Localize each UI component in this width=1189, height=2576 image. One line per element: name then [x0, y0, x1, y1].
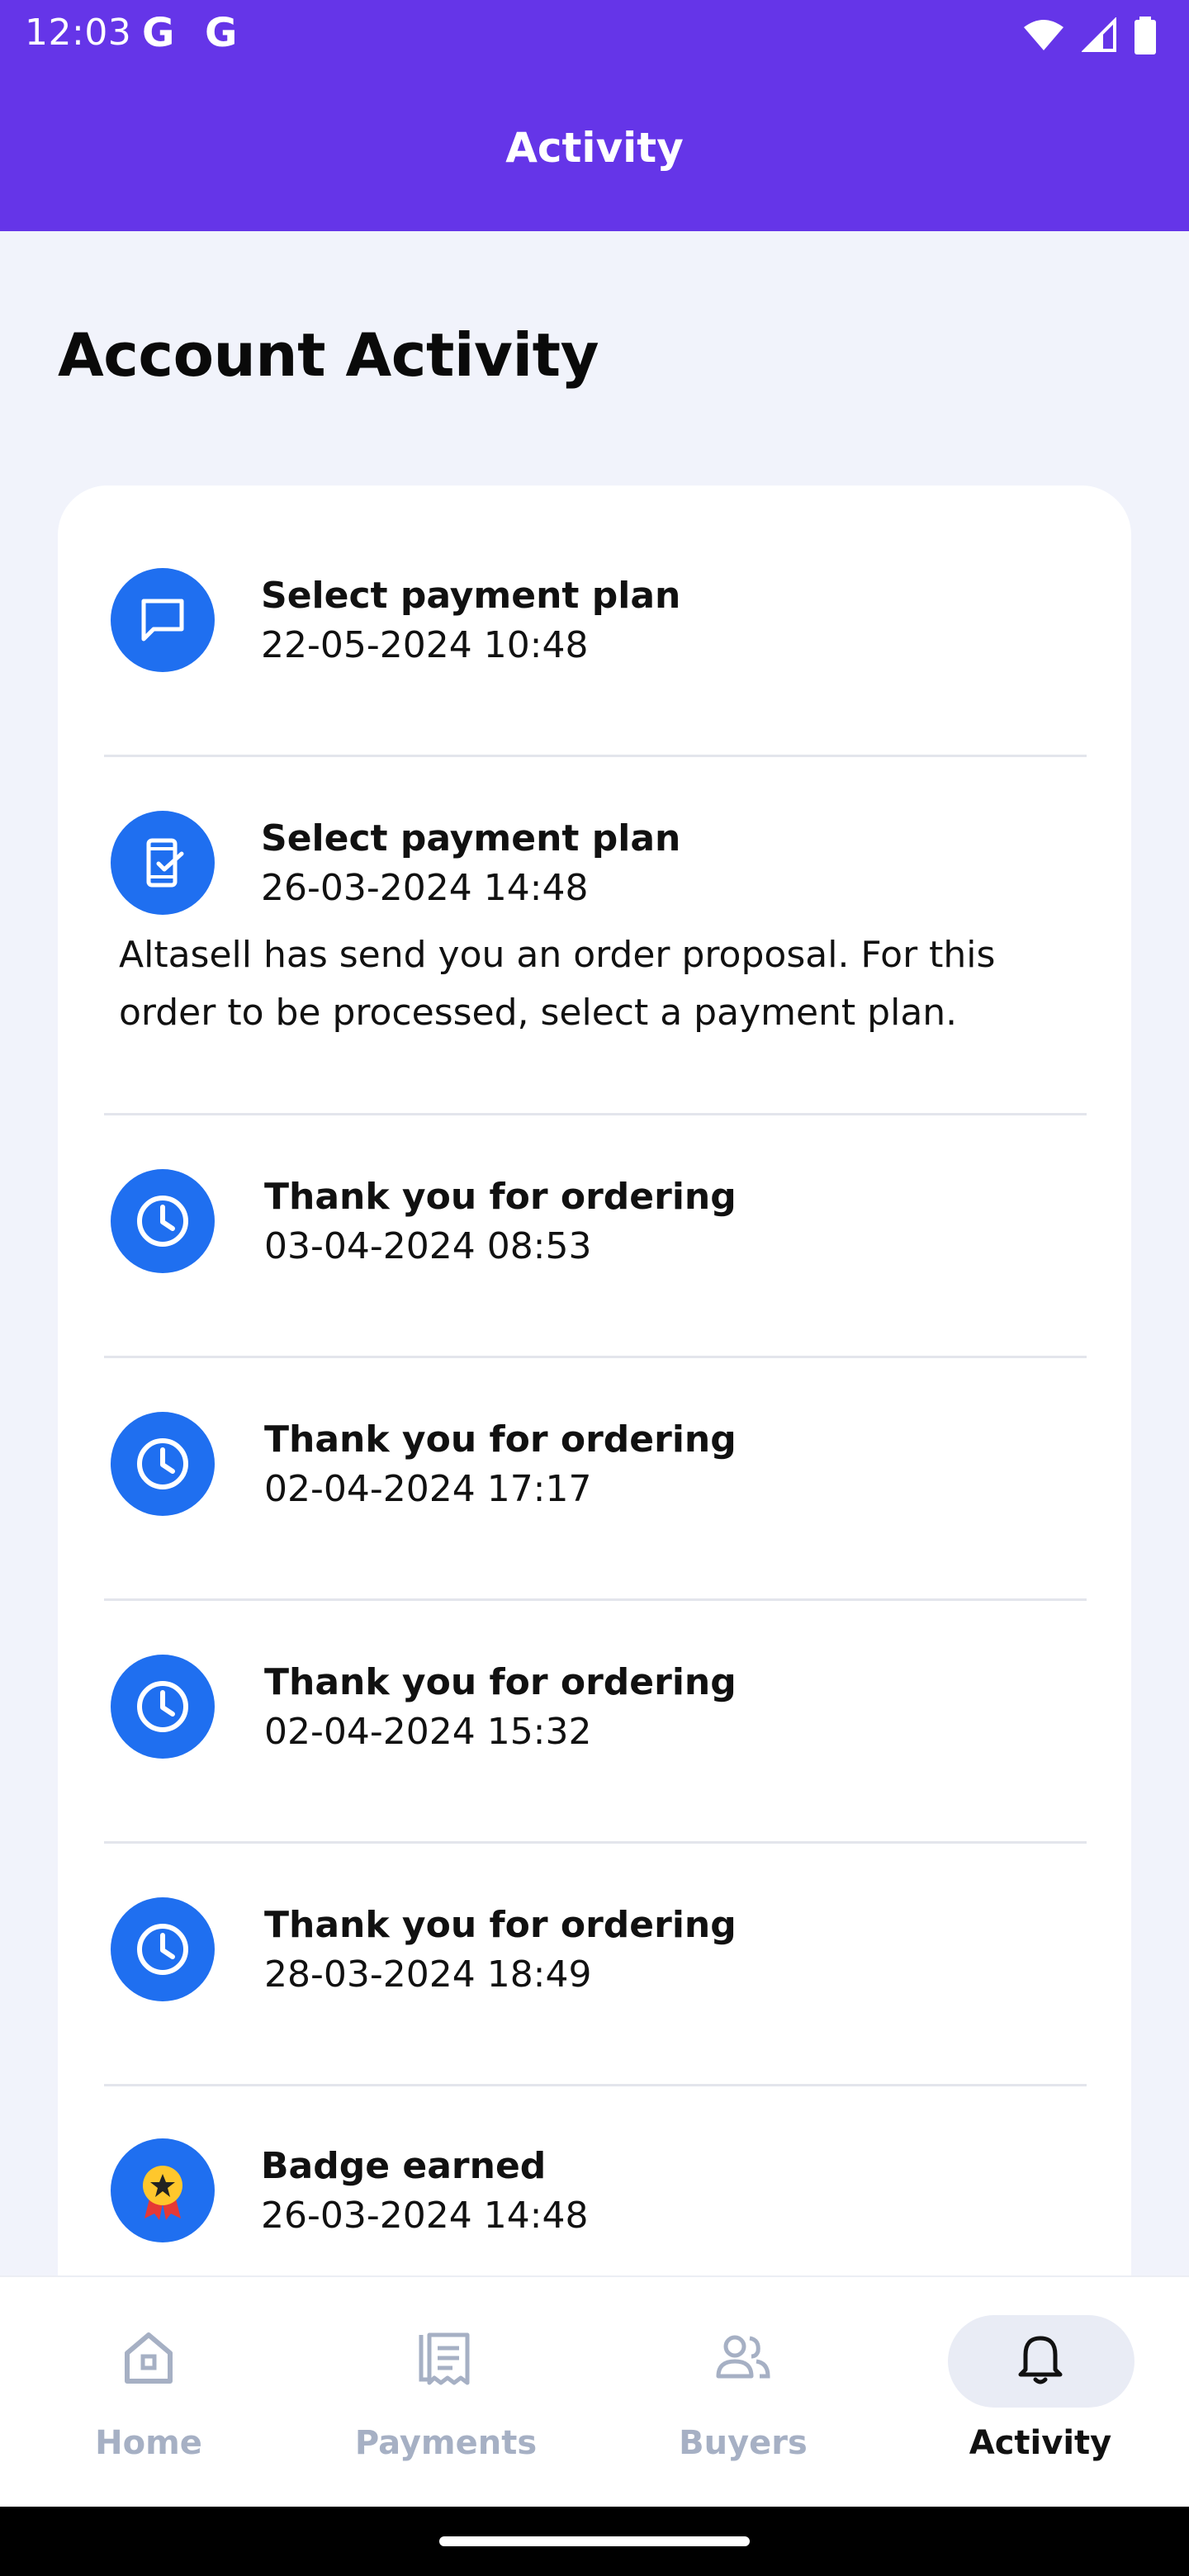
- wifi-icon: [1024, 20, 1063, 50]
- home-icon: [125, 2332, 173, 2384]
- page-header-title: Activity: [505, 124, 684, 172]
- app-header: 12:03 G G Activity: [0, 0, 1189, 231]
- phone-check-icon: [111, 811, 215, 915]
- nav-item-home[interactable]: Home: [0, 2277, 297, 2508]
- nav-item-payments[interactable]: Payments: [297, 2277, 594, 2508]
- activity-title: Badge earned: [261, 2145, 547, 2187]
- section-title: Account Activity: [58, 320, 599, 390]
- activity-title: Thank you for ordering: [264, 1418, 737, 1461]
- activity-item[interactable]: Thank you for ordering 28-03-2024 18:49: [104, 1897, 1085, 2054]
- status-icons: [1022, 15, 1156, 56]
- activity-description: Altasell has send you an order proposal.…: [119, 934, 996, 1034]
- activity-date: 22-05-2024 10:48: [261, 624, 589, 666]
- nav-label: Buyers: [679, 2424, 808, 2462]
- divider: [104, 1113, 1087, 1115]
- nav-label: Payments: [354, 2424, 538, 2462]
- signal-icon: [1082, 17, 1116, 52]
- divider: [104, 2084, 1087, 2086]
- google-icon: G: [205, 10, 238, 56]
- activity-title: Select payment plan: [261, 575, 681, 617]
- google-icon: G: [142, 10, 175, 56]
- activity-card: Select payment plan 22-05-2024 10:48 Sel…: [58, 485, 1131, 2335]
- activity-title: Thank you for ordering: [264, 1176, 737, 1218]
- divider: [104, 1841, 1087, 1844]
- nav-item-buyers[interactable]: Buyers: [594, 2277, 892, 2508]
- activity-item[interactable]: Badge earned 26-03-2024 14:48: [104, 2138, 1085, 2295]
- clock-icon: [111, 1412, 215, 1516]
- nav-label: Home: [95, 2424, 202, 2462]
- clock-icon: [111, 1897, 215, 2001]
- activity-item[interactable]: Select payment plan 26-03-2024 14:48 Alt…: [104, 811, 1085, 1091]
- activity-item[interactable]: Select payment plan 22-05-2024 10:48: [104, 568, 1085, 725]
- activity-date: 03-04-2024 08:53: [264, 1225, 592, 1267]
- activity-title: Thank you for ordering: [264, 1661, 737, 1703]
- bottom-navigation: Home Payments Buyers Activity: [0, 2275, 1189, 2507]
- divider: [104, 1356, 1087, 1358]
- bell-icon: [1018, 2336, 1063, 2384]
- battery-icon: [1135, 17, 1156, 54]
- nav-item-activity[interactable]: Activity: [892, 2277, 1189, 2508]
- activity-date: 28-03-2024 18:49: [264, 1953, 592, 1996]
- activity-date: 02-04-2024 15:32: [264, 1711, 592, 1753]
- activity-item[interactable]: Thank you for ordering 02-04-2024 15:32: [104, 1655, 1085, 1811]
- home-indicator[interactable]: [439, 2536, 750, 2546]
- activity-date: 02-04-2024 17:17: [264, 1468, 592, 1510]
- status-bar: 12:03 G G: [0, 0, 1189, 73]
- activity-title: Thank you for ordering: [264, 1904, 737, 1946]
- system-navigation-bar: [0, 2507, 1189, 2576]
- divider: [104, 755, 1087, 757]
- receipt-icon: [419, 2332, 470, 2385]
- activity-item[interactable]: Thank you for ordering 02-04-2024 17:17: [104, 1412, 1085, 1569]
- nav-label: Activity: [969, 2424, 1112, 2462]
- clock-icon: [111, 1655, 215, 1759]
- activity-date: 26-03-2024 14:48: [261, 867, 589, 909]
- status-time: 12:03: [25, 12, 132, 54]
- activity-date: 26-03-2024 14:48: [261, 2195, 589, 2237]
- people-icon: [716, 2335, 770, 2379]
- chat-icon: [111, 568, 215, 672]
- divider: [104, 1598, 1087, 1601]
- activity-item[interactable]: Thank you for ordering 03-04-2024 08:53: [104, 1169, 1085, 1326]
- activity-title: Select payment plan: [261, 817, 681, 859]
- clock-icon: [111, 1169, 215, 1273]
- badge-icon: [111, 2138, 215, 2242]
